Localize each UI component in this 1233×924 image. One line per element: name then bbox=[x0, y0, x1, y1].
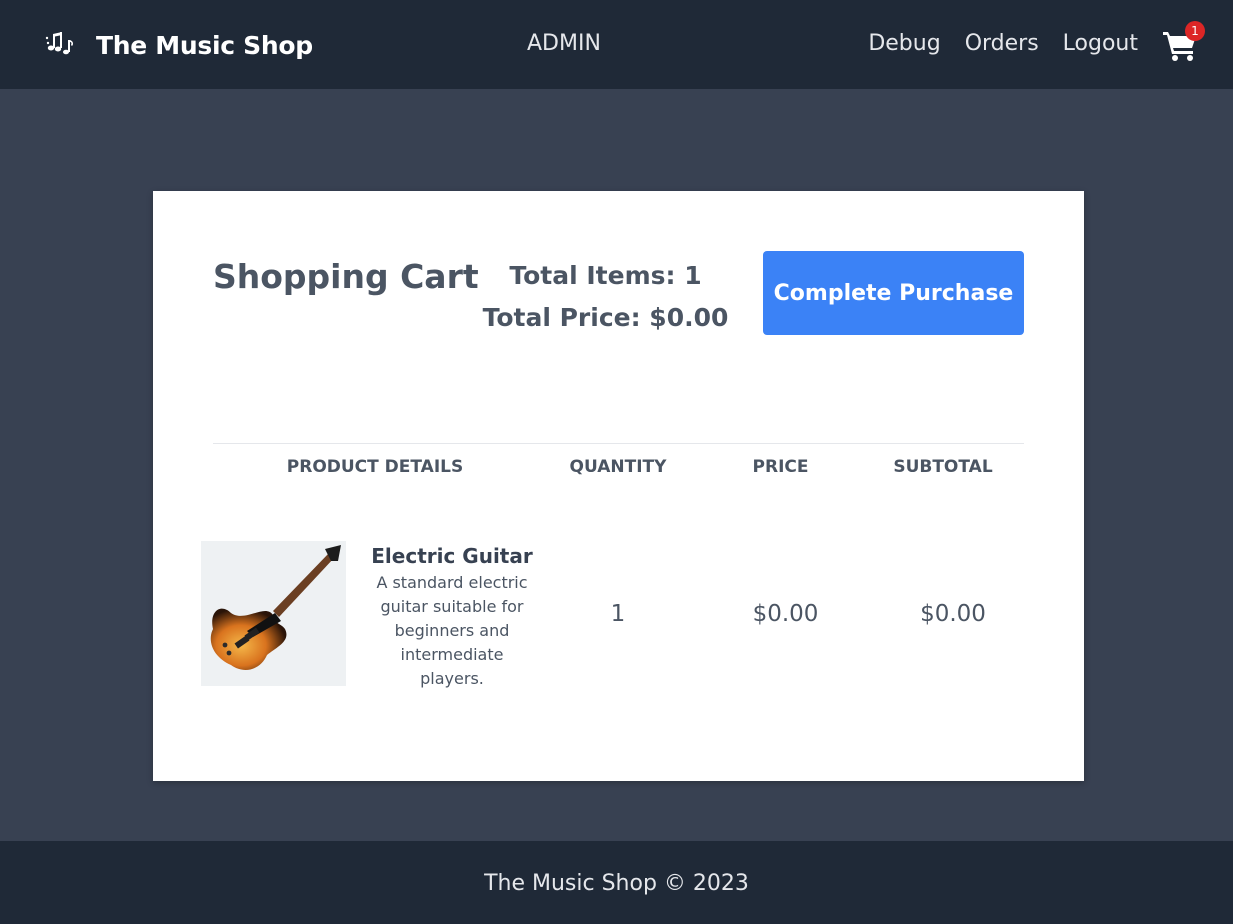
product-name: Electric Guitar bbox=[371, 544, 533, 568]
column-header-price: PRICE bbox=[752, 457, 809, 477]
column-header-subtotal: SUBTOTAL bbox=[893, 457, 993, 477]
brand-link[interactable]: The Music Shop bbox=[44, 28, 313, 62]
column-header-product-details: PRODUCT DETAILS bbox=[286, 457, 464, 477]
table-divider bbox=[213, 443, 1024, 444]
product-subtotal: $0.00 bbox=[920, 601, 986, 627]
complete-purchase-button[interactable]: Complete Purchase bbox=[763, 251, 1024, 335]
shopping-cart-card: Shopping Cart Total Items: 1 Total Price… bbox=[153, 191, 1084, 781]
music-notes-icon bbox=[45, 32, 74, 55]
product-price: $0.00 bbox=[752, 601, 819, 627]
cart-button[interactable]: 1 bbox=[1162, 21, 1205, 62]
total-price: Total Price: $0.00 bbox=[482, 303, 729, 332]
product-description: A standard electric guitar suitable for … bbox=[376, 573, 528, 688]
cart-count-badge: 1 bbox=[1185, 21, 1205, 41]
nav-link-logout[interactable]: Logout bbox=[1063, 31, 1138, 56]
navbar: The Music Shop ADMIN Debug Orders Logout… bbox=[0, 0, 1233, 89]
admin-label: ADMIN bbox=[527, 31, 601, 56]
total-items: Total Items: 1 bbox=[509, 261, 702, 290]
cart-totals: Total Items: 1 Total Price: $0.00 bbox=[478, 255, 733, 339]
brand-title: The Music Shop bbox=[96, 30, 313, 60]
page-title: Shopping Cart bbox=[213, 257, 479, 296]
footer: The Music Shop © 2023 bbox=[0, 841, 1233, 924]
product-image bbox=[201, 541, 346, 686]
nav-link-orders[interactable]: Orders bbox=[965, 31, 1039, 56]
column-header-quantity: QUANTITY bbox=[569, 457, 667, 477]
product-quantity: 1 bbox=[610, 601, 626, 627]
nav-link-debug[interactable]: Debug bbox=[868, 31, 940, 56]
nav-links: Debug Orders Logout bbox=[868, 31, 1138, 56]
electric-guitar-icon bbox=[201, 541, 346, 686]
footer-copyright: The Music Shop © 2023 bbox=[484, 871, 749, 896]
